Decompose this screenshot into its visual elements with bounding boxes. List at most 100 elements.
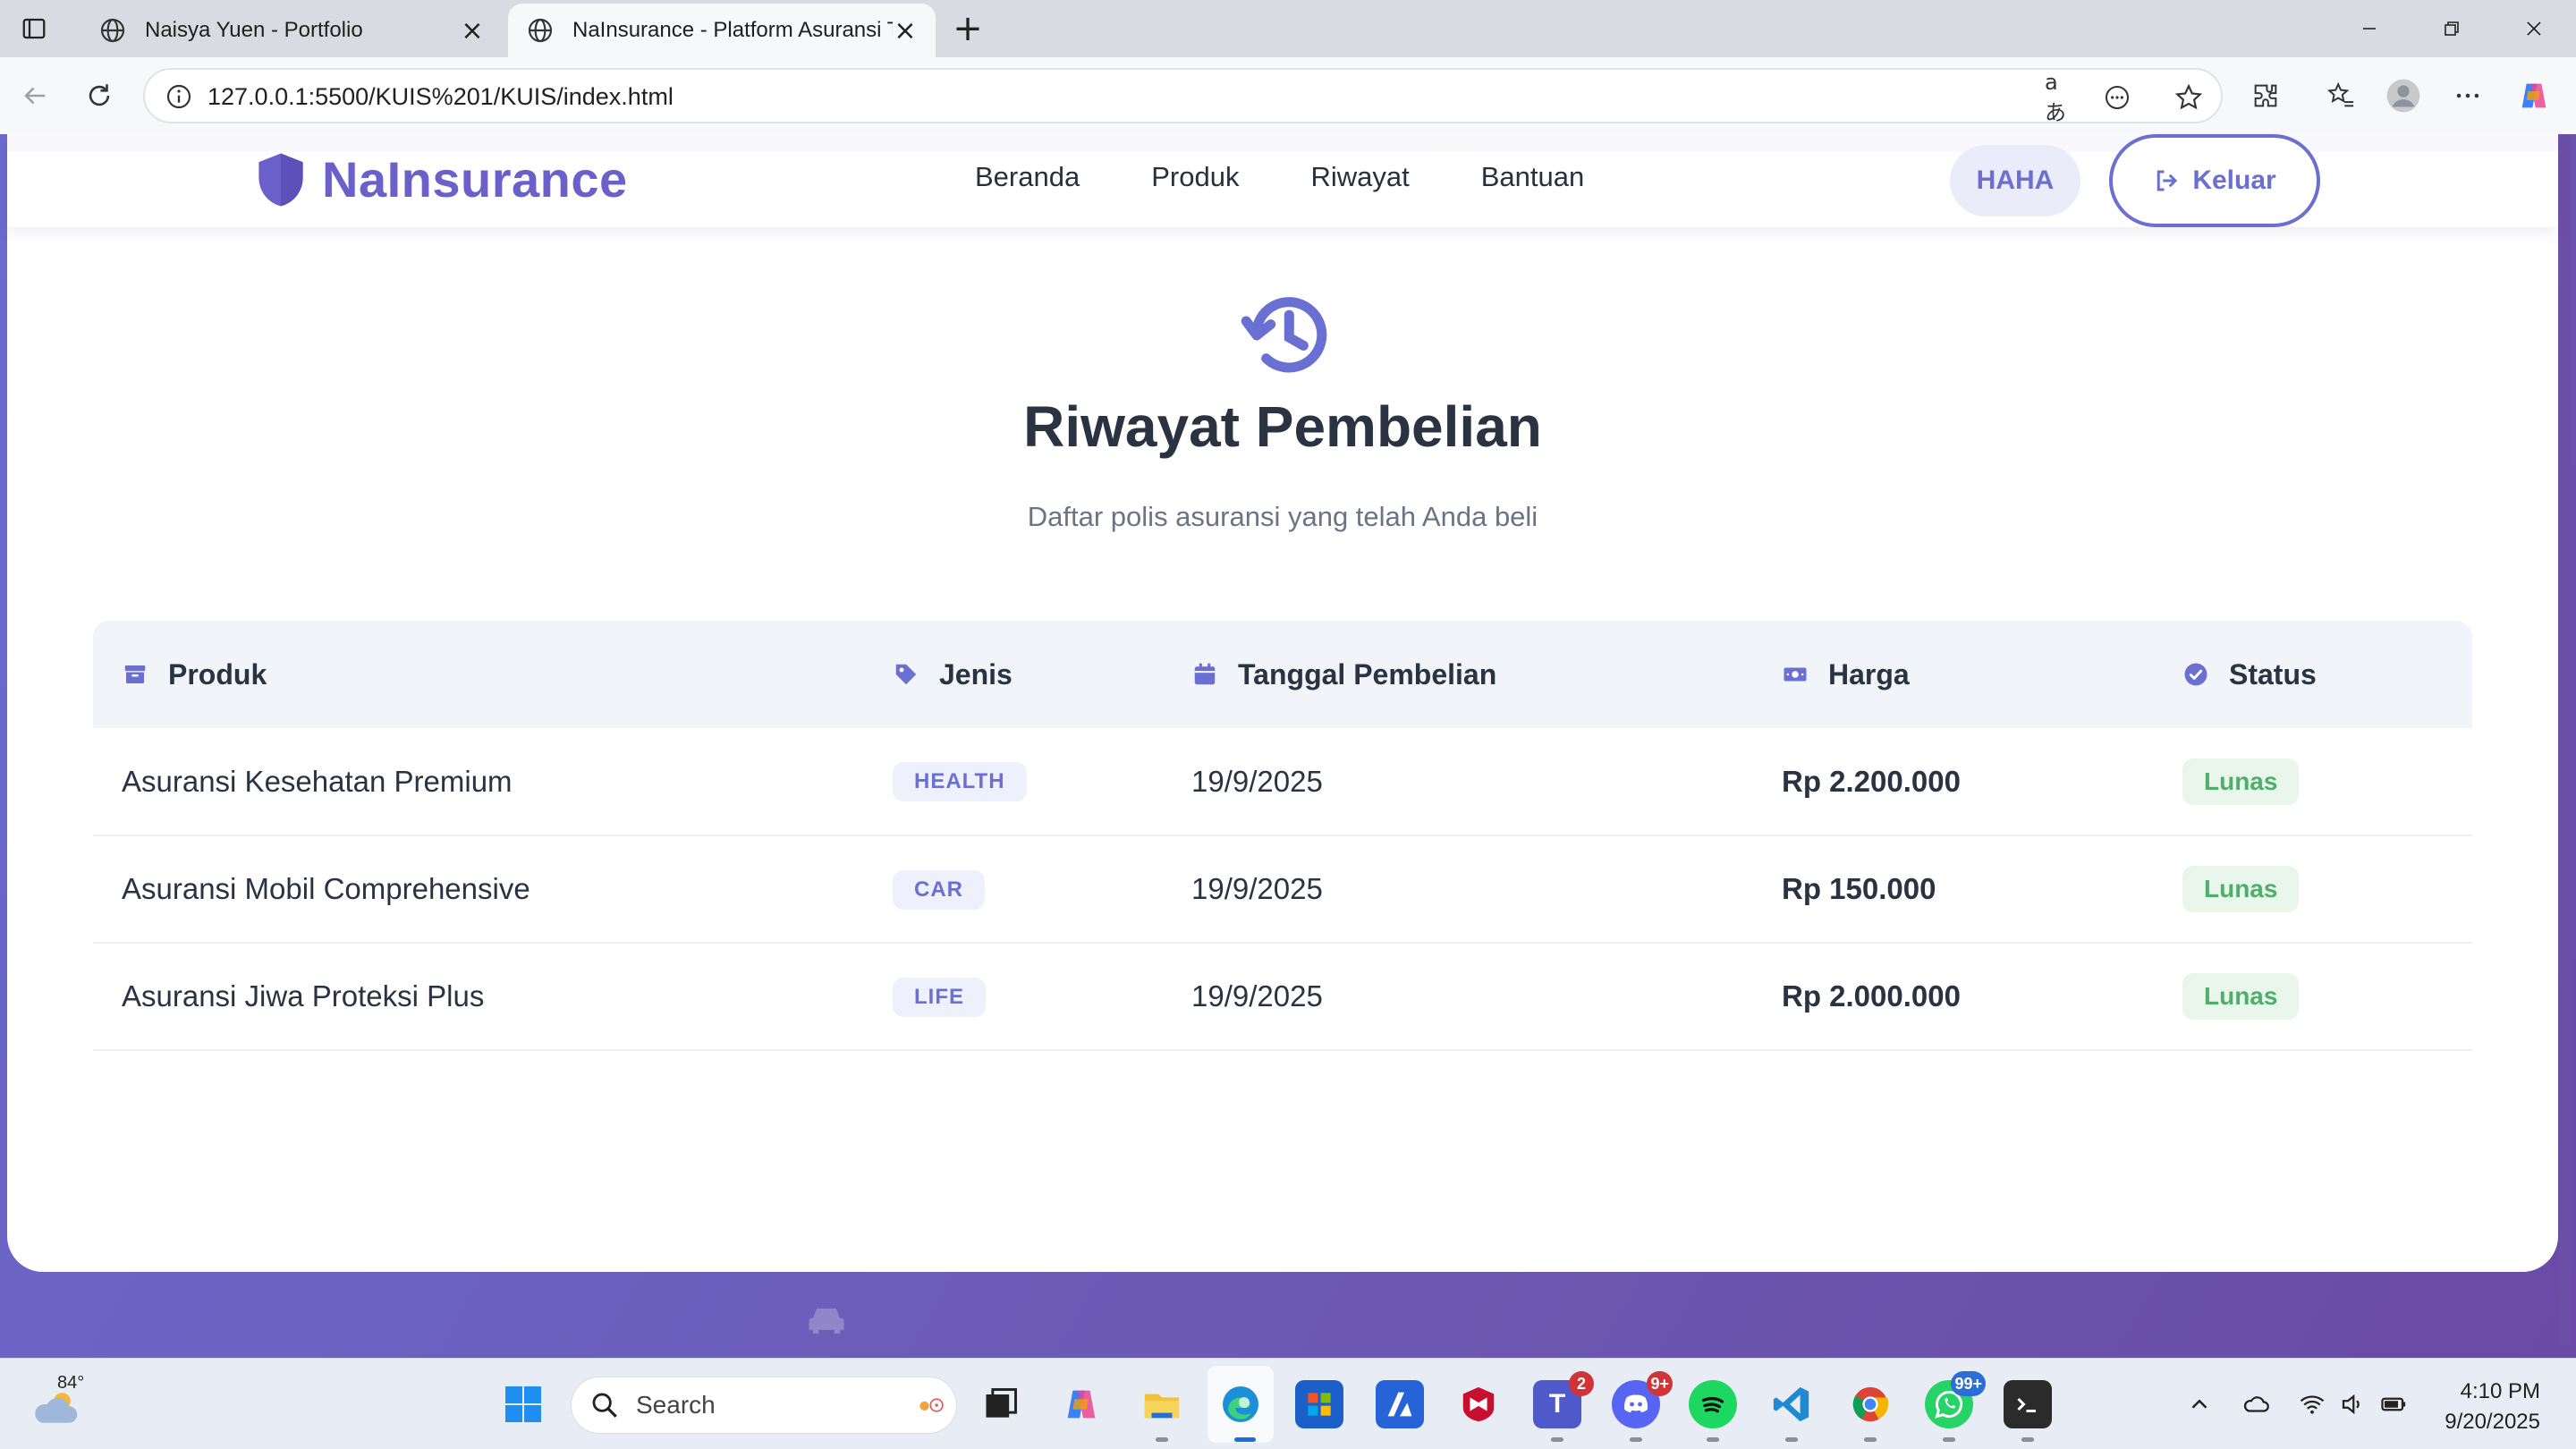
tray-overflow-icon[interactable] <box>2186 1391 2213 1424</box>
whatsapp-icon[interactable]: 99+ <box>1925 1371 1986 1428</box>
copilot-app-icon[interactable] <box>1057 1380 1106 1428</box>
running-indicator <box>1551 1437 1563 1442</box>
status-badge: Lunas <box>2182 758 2300 805</box>
tag-icon <box>895 664 917 685</box>
battery-icon[interactable] <box>2377 1391 2410 1424</box>
browser-tab-bar: Naisya Yuen - Portfolio × NaInsurance - … <box>0 0 2576 57</box>
site-header: NaInsurance Beranda Produk Riwayat Bantu… <box>7 134 2558 227</box>
microsoft-store-icon[interactable] <box>1295 1380 1343 1428</box>
spotify-icon[interactable] <box>1689 1380 1737 1428</box>
teams-notification-badge: 2 <box>1569 1371 1594 1396</box>
extensions-icon[interactable] <box>2245 75 2286 116</box>
browser-tab-portfolio[interactable]: Naisya Yuen - Portfolio × <box>80 4 503 57</box>
page-scrollbar[interactable] <box>2560 134 2571 1346</box>
vscode-icon[interactable] <box>1767 1380 1816 1428</box>
nav-link-riwayat[interactable]: Riwayat <box>1310 161 1409 193</box>
running-indicator <box>1785 1437 1798 1442</box>
favorite-star-icon[interactable] <box>2174 82 2204 113</box>
teams-icon[interactable]: T 2 <box>1533 1371 1594 1428</box>
cell-date: 19/9/2025 <box>1163 835 1753 944</box>
task-view-icon[interactable] <box>977 1380 1025 1428</box>
cell-price: Rp 2.000.000 <box>1753 943 2154 1051</box>
running-indicator <box>1943 1437 1955 1442</box>
tab-close-icon[interactable]: × <box>893 15 918 47</box>
reload-button[interactable] <box>79 75 120 116</box>
browser-toolbar: 127.0.0.1:5500/KUIS%201/KUIS/index.html … <box>0 57 2576 134</box>
table-row: Asuransi Mobil Comprehensive CAR 19/9/20… <box>93 835 2472 944</box>
weather-widget[interactable]: 84° <box>30 1373 89 1432</box>
box-icon <box>124 665 146 683</box>
read-aloud-icon[interactable]: aあ <box>2045 70 2075 125</box>
running-indicator <box>1156 1437 1168 1442</box>
wifi-icon[interactable] <box>2297 1391 2327 1424</box>
tab-close-icon[interactable]: × <box>460 15 485 47</box>
column-header-harga: Harga <box>1753 621 2154 728</box>
favorites-icon[interactable] <box>2320 75 2361 116</box>
page-subtitle: Daftar polis asuransi yang telah Anda be… <box>1027 501 1538 532</box>
mcafee-icon[interactable] <box>1454 1380 1503 1428</box>
nav-link-bantuan[interactable]: Bantuan <box>1481 161 1585 193</box>
system-clock[interactable]: 4:10 PM 9/20/2025 <box>2433 1377 2540 1437</box>
type-badge: CAR <box>893 869 985 910</box>
url-text: 127.0.0.1:5500/KUIS%201/KUIS/index.html <box>208 83 674 110</box>
running-indicator <box>1864 1437 1877 1442</box>
edge-browser-icon[interactable] <box>1216 1380 1265 1428</box>
calendar-icon <box>1194 663 1216 685</box>
tab-actions-icon[interactable] <box>16 13 52 45</box>
column-header-produk: Produk <box>93 621 864 728</box>
taskbar-search[interactable]: Search <box>571 1377 957 1434</box>
cell-price: Rp 150.000 <box>1753 835 2154 944</box>
back-button[interactable] <box>14 75 55 116</box>
type-badge: LIFE <box>893 977 986 1017</box>
column-label: Harga <box>1828 657 1910 691</box>
chrome-icon[interactable] <box>1846 1380 1894 1428</box>
cell-product: Asuransi Mobil Comprehensive <box>93 835 864 944</box>
brand-name: NaInsurance <box>322 151 628 208</box>
logout-label: Keluar <box>2192 165 2276 195</box>
search-icon <box>592 1393 617 1418</box>
azure-app-icon[interactable] <box>1376 1380 1424 1428</box>
start-button[interactable] <box>499 1380 547 1428</box>
restore-button[interactable] <box>2411 7 2492 50</box>
globe-icon <box>100 18 125 43</box>
site-info-icon[interactable] <box>165 82 193 111</box>
new-tab-button[interactable]: + <box>948 8 987 49</box>
page-viewport: NaInsurance Beranda Produk Riwayat Bantu… <box>0 134 2576 1358</box>
globe-icon <box>528 18 553 43</box>
more-tools-icon[interactable] <box>2102 82 2132 113</box>
clock-date: 9/20/2025 <box>2445 1410 2540 1434</box>
terminal-icon[interactable] <box>2004 1380 2052 1428</box>
user-name-badge[interactable]: HAHA <box>1950 145 2080 216</box>
cell-date: 19/9/2025 <box>1163 728 1753 836</box>
column-label: Tanggal Pembelian <box>1238 657 1497 691</box>
brand-logo[interactable]: NaInsurance <box>254 150 628 208</box>
profile-avatar[interactable] <box>2383 75 2424 116</box>
table-header-row: Produk Jenis Tanggal Pembelian Harga Sta… <box>93 621 2472 728</box>
running-indicator <box>1630 1437 1642 1442</box>
whatsapp-notification-badge: 99+ <box>1951 1371 1986 1396</box>
cell-price: Rp 2.200.000 <box>1753 728 2154 836</box>
windows-taskbar: 84° Search T 2 9+ 99+ 4:10 PM 9/20/2025 <box>0 1358 2576 1449</box>
running-indicator <box>1234 1437 1256 1442</box>
close-window-button[interactable] <box>2494 7 2574 50</box>
status-badge: Lunas <box>2182 866 2300 912</box>
status-badge: Lunas <box>2182 973 2300 1020</box>
purchase-history-table: Produk Jenis Tanggal Pembelian Harga Sta… <box>93 621 2472 1051</box>
search-highlight-icon <box>919 1398 944 1412</box>
history-icon <box>1241 297 1327 373</box>
discord-notification-badge: 9+ <box>1647 1371 1673 1396</box>
check-circle-icon <box>2184 663 2207 686</box>
table-row: Asuransi Jiwa Proteksi Plus LIFE 19/9/20… <box>93 943 2472 1051</box>
address-bar[interactable]: 127.0.0.1:5500/KUIS%201/KUIS/index.html … <box>143 68 2223 125</box>
browser-tab-nainsurance[interactable]: NaInsurance - Platform Asuransi T × <box>508 4 936 57</box>
settings-menu-icon[interactable] <box>2447 75 2488 116</box>
file-explorer-icon[interactable] <box>1138 1380 1186 1428</box>
nav-link-produk[interactable]: Produk <box>1151 161 1239 193</box>
discord-icon[interactable]: 9+ <box>1612 1371 1673 1428</box>
volume-icon[interactable] <box>2338 1391 2367 1424</box>
logout-button[interactable]: Keluar <box>2109 134 2320 227</box>
onedrive-icon[interactable] <box>2240 1391 2272 1424</box>
copilot-icon[interactable] <box>2513 75 2555 116</box>
nav-link-beranda[interactable]: Beranda <box>975 161 1080 193</box>
minimize-button[interactable] <box>2329 7 2410 50</box>
